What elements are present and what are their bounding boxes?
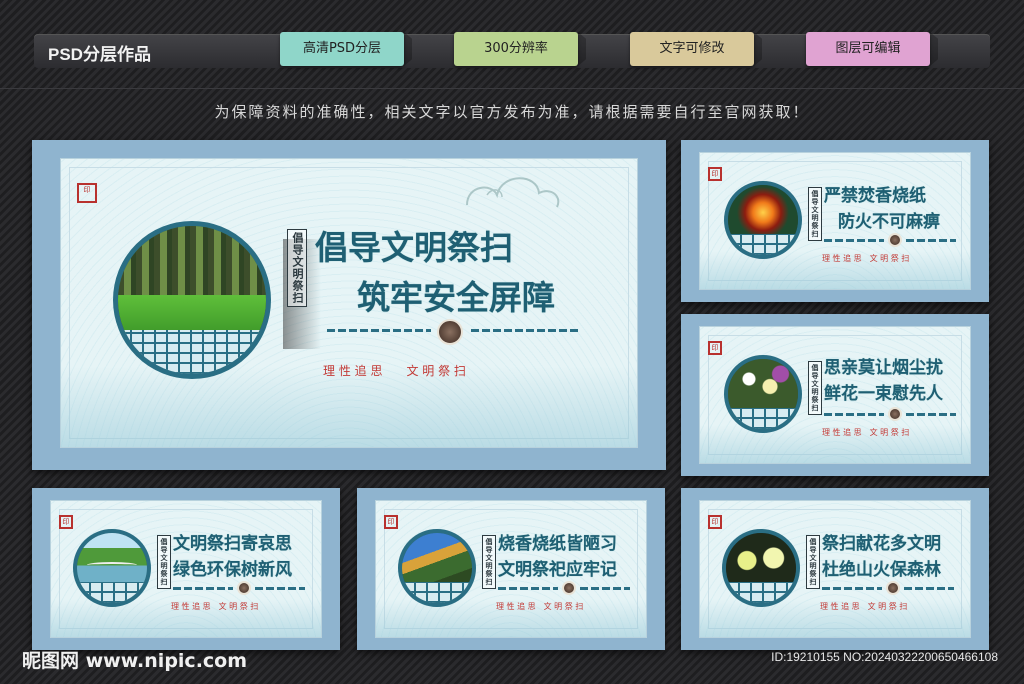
emblem-icon [888,407,902,421]
photo-circle-flowers [724,355,802,433]
emblem-icon [886,581,900,595]
headline-line1: 思亲莫让烟尘扰 [824,358,943,378]
board-panel: 印 倡导文明祭扫 文明祭扫寄哀思 绿色环保树新风 理 性 追 思 文 明 祭 扫 [50,500,322,638]
window-lattice [118,329,266,374]
flowers-photo [728,359,798,410]
divider-bar [904,587,954,590]
divider [0,88,1024,89]
headline-line1: 文明祭扫寄哀思 [173,534,292,554]
board-panel: 印 倡导文明祭扫 严禁焚香烧纸 防火不可麻痹 理 性 追 思 文 明 祭 扫 [699,152,971,290]
divider-bar-right [471,329,581,332]
tagline: 理 性 追 思 文 明 祭 扫 [822,428,910,437]
divider-bar [255,587,305,590]
photo-circle-bridge [73,529,151,607]
headline-line1: 倡导文明祭扫 [315,228,513,267]
bridge-photo [77,533,147,584]
board-panel: 印 倡导文明祭扫 烧香烧纸皆陋习 文明祭祀应牢记 理 性 追 思 文 明 祭 扫 [375,500,647,638]
red-seal-icon: 印 [77,183,97,203]
divider-bar [580,587,630,590]
vertical-label: 倡导文明祭扫 [482,535,496,589]
chrysanthemum-photo [726,533,796,584]
page-title: PSD分层作品 [48,45,151,64]
board-fire: 印 倡导文明祭扫 严禁焚香烧纸 防火不可麻痹 理 性 追 思 文 明 祭 扫 [681,140,989,302]
emblem-icon [437,319,463,345]
fire-photo [728,185,798,236]
headline-line2: 杜绝山火保森林 [822,560,941,580]
notice-text: 为保障资料的准确性，相关文字以官方发布为准，请根据需要自行至官网获取！ [214,103,810,121]
tag-editable-text: 文字可修改 [630,32,754,66]
window-lattice [726,582,796,603]
divider-bar [824,413,884,416]
headline-line2: 防火不可麻痹 [838,212,940,232]
divider-bar [906,413,956,416]
tagline: 理 性 追 思 文 明 祭 扫 [822,254,910,263]
divider-bar-left [327,329,431,332]
image-id: ID:19210155 NO:20240322200650466108 [771,650,998,664]
tag-resolution: 300分辨率 [454,32,578,66]
window-lattice [77,582,147,603]
divider-bar [822,587,882,590]
vertical-label: 倡导文明祭扫 [806,535,820,589]
vertical-label: 倡导文明祭扫 [287,229,307,307]
photo-circle-fire [724,181,802,259]
photo-circle-eaves [398,529,476,607]
window-lattice [728,408,798,429]
board-eaves: 印 倡导文明祭扫 烧香烧纸皆陋习 文明祭祀应牢记 理 性 追 思 文 明 祭 扫 [357,488,665,650]
headline-line2: 绿色环保树新风 [173,560,292,580]
divider-bar [498,587,558,590]
window-lattice [728,234,798,255]
site-watermark: 昵图网 www.nipic.com [22,650,248,672]
emblem-icon [888,233,902,247]
headline-line1: 祭扫献花多文明 [822,534,941,554]
photo-circle-forest [113,221,271,379]
tag-hd-psd: 高清PSD分层 [280,32,404,66]
board-bridge: 印 倡导文明祭扫 文明祭扫寄哀思 绿色环保树新风 理 性 追 思 文 明 祭 扫 [32,488,340,650]
tag-editable-layers: 图层可编辑 [806,32,930,66]
headline-line1: 严禁焚香烧纸 [824,186,926,206]
vertical-label: 倡导文明祭扫 [808,187,822,241]
red-seal-icon: 印 [708,515,722,529]
headline-line2: 文明祭祀应牢记 [498,560,617,580]
header-bar: PSD分层作品 高清PSD分层 300分辨率 文字可修改 图层可编辑 [34,32,990,68]
emblem-icon [562,581,576,595]
board-panel: 印 倡导文明祭扫 倡导文明祭扫 筑牢安全屏障 理 性 追 思 文 明 祭 扫 [60,158,638,448]
headline-line1: 烧香烧纸皆陋习 [498,534,617,554]
board-panel: 印 倡导文明祭扫 祭扫献花多文明 杜绝山火保森林 理 性 追 思 文 明 祭 扫 [699,500,971,638]
divider-bar [173,587,233,590]
board-main: 印 倡导文明祭扫 倡导文明祭扫 筑牢安全屏障 理 性 追 思 文 明 祭 扫 [32,140,666,470]
red-seal-icon: 印 [708,341,722,355]
tagline: 理 性 追 思 文 明 祭 扫 [496,602,584,611]
tagline: 理 性 追 思 文 明 祭 扫 [820,602,908,611]
red-seal-icon: 印 [59,515,73,529]
forest-photo [118,226,266,333]
window-lattice [402,582,472,603]
board-flowers: 印 倡导文明祭扫 思亲莫让烟尘扰 鲜花一束慰先人 理 性 追 思 文 明 祭 扫 [681,314,989,476]
tagline: 理 性 追 思 文 明 祭 扫 [323,364,466,378]
headline-line2: 筑牢安全屏障 [357,278,555,317]
emblem-icon [237,581,251,595]
tagline: 理 性 追 思 文 明 祭 扫 [171,602,259,611]
eaves-photo [402,533,472,584]
red-seal-icon: 印 [708,167,722,181]
cloud-icon [466,177,560,208]
photo-circle-chrysanthemum [722,529,800,607]
board-chrysanthemum: 印 倡导文明祭扫 祭扫献花多文明 杜绝山火保森林 理 性 追 思 文 明 祭 扫 [681,488,989,650]
vertical-label: 倡导文明祭扫 [157,535,171,589]
headline-line2: 鲜花一束慰先人 [824,384,943,404]
divider-bar [824,239,884,242]
red-seal-icon: 印 [384,515,398,529]
vertical-label: 倡导文明祭扫 [808,361,822,415]
divider-bar [906,239,956,242]
board-panel: 印 倡导文明祭扫 思亲莫让烟尘扰 鲜花一束慰先人 理 性 追 思 文 明 祭 扫 [699,326,971,464]
